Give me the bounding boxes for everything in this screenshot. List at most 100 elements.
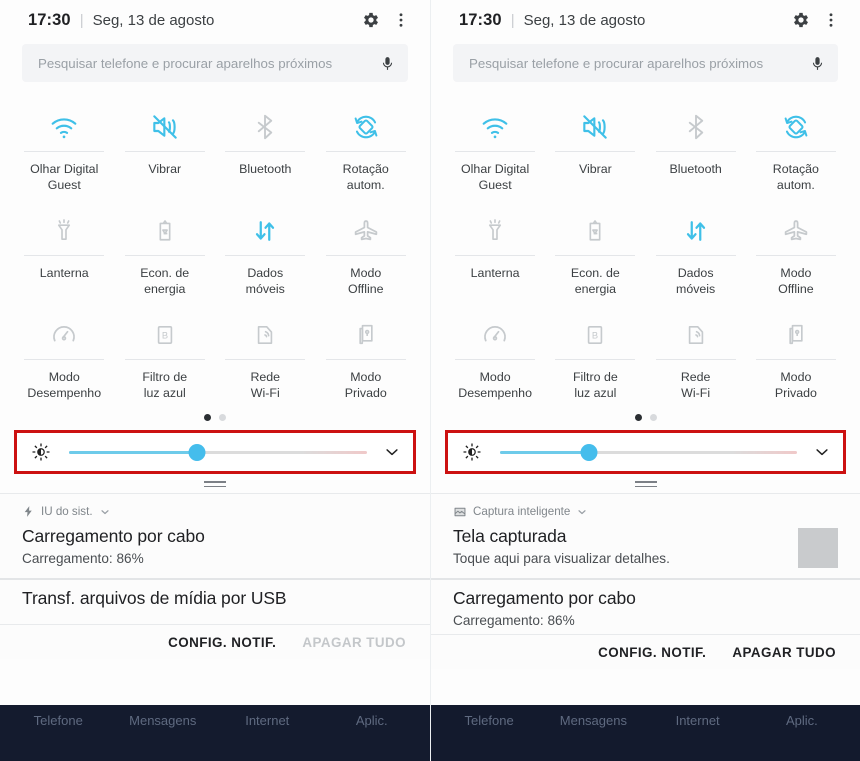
notification-thumbnail[interactable] xyxy=(798,528,838,568)
quick-toggle-vibrate[interactable]: Vibrar xyxy=(545,96,645,200)
quick-toggle-bluetooth[interactable]: Bluetooth xyxy=(215,96,316,200)
quick-toggle-wifi[interactable]: Olhar Digital Guest xyxy=(445,96,545,200)
quick-toggle-private-mode[interactable]: Modo Privado xyxy=(316,304,417,408)
quick-toggle-auto-rotate[interactable]: Rotação autom. xyxy=(746,96,846,200)
clear-all-button[interactable]: APAGAR TUDO xyxy=(732,645,836,660)
notification-usb-transfer[interactable]: Transf. arquivos de mídia por USB xyxy=(0,580,430,624)
quick-toggle-blue-light-filter[interactable]: B Filtro de luz azul xyxy=(545,304,645,408)
private-mode-icon xyxy=(352,312,380,357)
notification-screenshot[interactable]: Captura inteligente Tela capturada Toque… xyxy=(431,494,860,578)
chevron-down-icon[interactable] xyxy=(99,506,111,518)
quick-settings-row: Lanterna Econ. de energia Dados móveis M… xyxy=(445,200,846,304)
quick-toggle-label: Filtro de luz azul xyxy=(572,370,618,400)
slider-thumb[interactable] xyxy=(188,443,206,461)
brightness-slider-track[interactable] xyxy=(500,443,797,461)
quick-toggle-performance-mode[interactable]: Modo Desempenho xyxy=(445,304,545,408)
microphone-icon[interactable] xyxy=(379,55,396,72)
gear-icon[interactable] xyxy=(356,5,386,35)
more-vertical-icon[interactable] xyxy=(386,5,416,35)
quick-toggle-wifi-hotspot[interactable]: Rede Wi-Fi xyxy=(215,304,316,408)
nav-item-aplic[interactable]: Aplic. xyxy=(320,713,425,728)
notification-charging[interactable]: IU do sist. Carregamento por cabo Carreg… xyxy=(0,494,430,578)
more-vertical-icon[interactable] xyxy=(816,5,846,35)
panel-drag-handle-right[interactable] xyxy=(431,474,860,493)
notification-settings-button[interactable]: CONFIG. NOTIF. xyxy=(168,635,276,650)
quick-toggle-label: Modo Privado xyxy=(344,370,387,400)
nav-item-telefone[interactable]: Telefone xyxy=(6,713,111,728)
panel-drag-handle-left[interactable] xyxy=(0,474,430,493)
search-container-right: Pesquisar telefone e procurar aparelhos … xyxy=(431,40,860,92)
microphone-icon[interactable] xyxy=(809,55,826,72)
date-right: Seg, 13 de agosto xyxy=(523,11,646,29)
quick-toggle-private-mode[interactable]: Modo Privado xyxy=(746,304,846,408)
page-indicator-left[interactable] xyxy=(0,408,430,430)
auto-rotate-icon xyxy=(780,104,812,149)
brightness-container-left xyxy=(0,430,430,474)
flashlight-icon xyxy=(481,208,509,253)
brightness-container-right xyxy=(431,430,860,474)
flashlight-icon xyxy=(50,208,78,253)
gear-icon[interactable] xyxy=(786,5,816,35)
clear-all-button[interactable]: APAGAR TUDO xyxy=(302,635,406,650)
notification-app-name: Captura inteligente xyxy=(473,505,571,518)
chevron-down-icon[interactable] xyxy=(576,506,588,518)
page-dot-2[interactable] xyxy=(649,414,657,421)
wifi-icon xyxy=(479,104,511,149)
notification-settings-button[interactable]: CONFIG. NOTIF. xyxy=(598,645,706,660)
notification-body: Carregamento: 86% xyxy=(22,551,144,566)
nav-item-telefone[interactable]: Telefone xyxy=(437,713,541,728)
image-icon xyxy=(453,505,467,519)
notification-list-left: IU do sist. Carregamento por cabo Carreg… xyxy=(0,493,430,659)
quick-toggle-flashlight[interactable]: Lanterna xyxy=(445,200,545,304)
bluetooth-icon xyxy=(681,104,711,149)
search-input[interactable]: Pesquisar telefone e procurar aparelhos … xyxy=(22,44,408,82)
quick-toggle-bluetooth[interactable]: Bluetooth xyxy=(646,96,746,200)
quick-toggle-airplane-mode[interactable]: Modo Offline xyxy=(746,200,846,304)
quick-toggle-auto-rotate[interactable]: Rotação autom. xyxy=(316,96,417,200)
brightness-icon xyxy=(462,442,488,462)
navigation-bar-left: Telefone Mensagens Internet Aplic. xyxy=(0,705,430,761)
brightness-slider-track[interactable] xyxy=(69,443,367,461)
quick-toggle-blue-light-filter[interactable]: B Filtro de luz azul xyxy=(115,304,216,408)
status-bar-left: 17:30 | Seg, 13 de agosto xyxy=(0,0,430,40)
nav-labels: Telefone Mensagens Internet Aplic. xyxy=(0,705,430,735)
slider-thumb[interactable] xyxy=(580,443,598,461)
blue-light-filter-icon: B xyxy=(151,312,179,357)
page-dot-2[interactable] xyxy=(219,414,226,421)
notification-app-row: IU do sist. xyxy=(22,502,408,521)
quick-settings-row: Olhar Digital Guest Vibrar Bluetooth Rot… xyxy=(14,96,416,200)
quick-toggle-wifi-hotspot[interactable]: Rede Wi-Fi xyxy=(646,304,746,408)
quick-toggle-label: Filtro de luz azul xyxy=(142,370,188,400)
quick-toggle-mobile-data[interactable]: Dados móveis xyxy=(215,200,316,304)
quick-toggle-wifi[interactable]: Olhar Digital Guest xyxy=(14,96,115,200)
auto-rotate-icon xyxy=(350,104,382,149)
nav-item-internet[interactable]: Internet xyxy=(646,713,750,728)
quick-toggle-battery-saver[interactable]: Econ. de energia xyxy=(545,200,645,304)
clock-date-separator-right: | xyxy=(510,11,515,29)
chevron-down-icon[interactable] xyxy=(381,443,403,461)
nav-item-aplic[interactable]: Aplic. xyxy=(750,713,854,728)
chevron-down-icon[interactable] xyxy=(811,443,833,461)
quick-toggle-performance-mode[interactable]: Modo Desempenho xyxy=(14,304,115,408)
brightness-slider-highlight xyxy=(14,430,416,474)
quick-toggle-label: Modo Desempenho xyxy=(27,370,102,400)
nav-item-mensagens[interactable]: Mensagens xyxy=(541,713,645,728)
status-bar-right: 17:30 | Seg, 13 de agosto xyxy=(431,0,860,40)
page-indicator-right[interactable] xyxy=(431,408,860,430)
nav-item-mensagens[interactable]: Mensagens xyxy=(111,713,216,728)
page-dot-1[interactable] xyxy=(204,414,211,421)
quick-toggle-mobile-data[interactable]: Dados móveis xyxy=(646,200,746,304)
quick-toggle-flashlight[interactable]: Lanterna xyxy=(14,200,115,304)
clock-date-separator-left: | xyxy=(79,11,84,29)
slider-track-fill xyxy=(500,450,590,454)
quick-toggle-vibrate[interactable]: Vibrar xyxy=(115,96,216,200)
page-dot-1[interactable] xyxy=(634,414,642,421)
quick-settings-row: Lanterna Econ. de energia Dados móveis M… xyxy=(14,200,416,304)
brightness-slider-highlight xyxy=(445,430,846,474)
quick-toggle-battery-saver[interactable]: Econ. de energia xyxy=(115,200,216,304)
search-input[interactable]: Pesquisar telefone e procurar aparelhos … xyxy=(453,44,838,82)
notification-charging[interactable]: Carregamento por cabo Carregamento: 86% xyxy=(431,580,860,634)
nav-item-internet[interactable]: Internet xyxy=(215,713,320,728)
quick-toggle-airplane-mode[interactable]: Modo Offline xyxy=(316,200,417,304)
quick-panel-right: 17:30 | Seg, 13 de agosto Pesquisar tele… xyxy=(430,0,860,761)
